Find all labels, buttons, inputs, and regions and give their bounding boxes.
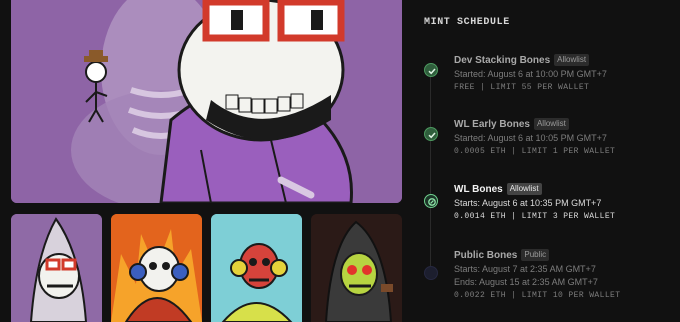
thumbnail-2-illustration (111, 214, 202, 322)
phase-wl-early-bones[interactable]: WL Early Bones Allowlist Started: August… (454, 117, 680, 156)
phase-name: Public Bones (454, 249, 518, 261)
phase-end-time: Ends: August 15 at 2:35 AM GMT+7 (454, 277, 598, 287)
phase-price-limit: 0.0014 ETH | LIMIT 3 PER WALLET (454, 212, 616, 221)
phase-price-limit: FREE | LIMIT 55 PER WALLET (454, 83, 590, 92)
hero-artwork-illustration (11, 0, 402, 203)
phase-badge: Public (521, 249, 550, 261)
phase-name: WL Early Bones (454, 118, 530, 130)
phase-price-limit: 0.0005 ETH | LIMIT 1 PER WALLET (454, 147, 616, 156)
thumbnail-3[interactable] (211, 214, 302, 322)
phase-name: WL Bones (454, 183, 503, 195)
hero-artwork (11, 0, 402, 203)
schedule-title: MINT SCHEDULE (424, 17, 510, 28)
phase-start-time: Starts: August 7 at 2:35 AM GMT+7 (454, 264, 596, 274)
thumbnail-3-illustration (211, 214, 302, 322)
phase-wl-bones[interactable]: WL Bones Allowlist Starts: August 6 at 1… (454, 182, 680, 221)
phase-upcoming-icon (424, 266, 438, 280)
phase-badge: Allowlist (533, 118, 569, 130)
thumbnail-1[interactable] (11, 214, 102, 322)
phase-name: Dev Stacking Bones (454, 54, 551, 66)
phase-completed-icon (424, 127, 438, 141)
phase-dev-stacking-bones[interactable]: Dev Stacking Bones Allowlist Started: Au… (454, 53, 680, 92)
phase-start-time: Started: August 6 at 10:05 PM GMT+7 (454, 133, 607, 143)
thumbnail-2[interactable] (111, 214, 202, 322)
phase-live-icon (424, 194, 438, 208)
phase-public-bones[interactable]: Public Bones Public Starts: August 7 at … (454, 248, 680, 300)
phase-completed-icon (424, 63, 438, 77)
thumbnail-4-illustration (311, 214, 402, 322)
phase-start-time: Started: August 6 at 10:00 PM GMT+7 (454, 69, 607, 79)
phase-price-limit: 0.0022 ETH | LIMIT 10 PER WALLET (454, 291, 621, 300)
timeline-line (430, 70, 431, 275)
thumbnail-4[interactable] (311, 214, 402, 322)
phase-badge: Allowlist (554, 54, 590, 66)
phase-badge: Allowlist (506, 183, 542, 195)
phase-start-time: Starts: August 6 at 10:35 PM GMT+7 (454, 198, 602, 208)
mint-schedule-panel: MINT SCHEDULE Dev Stacking Bones Allowli… (424, 0, 680, 322)
thumbnail-1-illustration (11, 214, 102, 322)
